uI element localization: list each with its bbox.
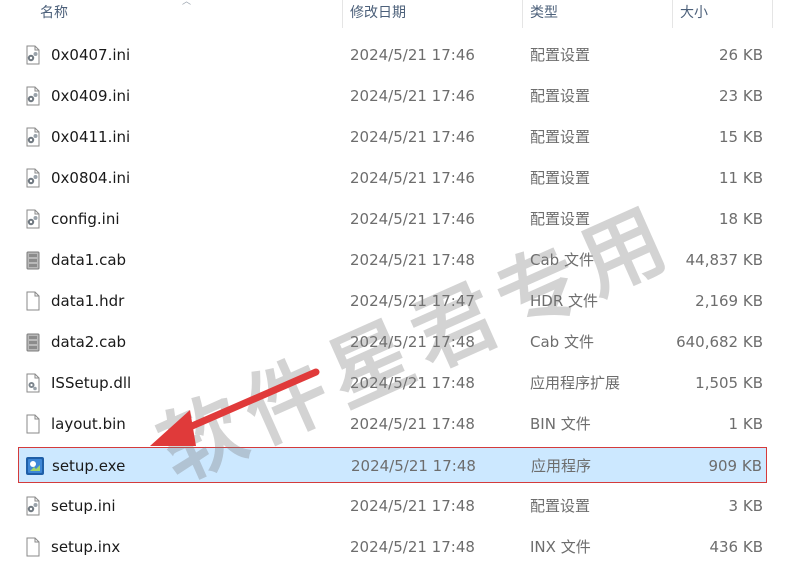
file-row[interactable]: ISSetup.dll 2024/5/21 17:48 应用程序扩展 1,505 KB [18,365,767,401]
file-size: 44,837 KB [685,251,763,269]
column-header-bar: ︿ 名称 修改日期 类型 大小 [0,0,806,28]
file-type: 配置设置 [530,497,591,515]
file-type: HDR 文件 [530,292,599,310]
file-modified-date: 2024/5/21 17:48 [350,333,475,351]
file-size: 640,682 KB [676,333,763,351]
file-row[interactable]: 0x0411.ini 2024/5/21 17:46 配置设置 15 KB [18,119,767,155]
file-row[interactable]: 0x0409.ini 2024/5/21 17:46 配置设置 23 KB [18,78,767,114]
file-modified-date: 2024/5/21 17:46 [350,169,475,187]
file-name: 0x0409.ini [51,87,131,105]
file-name: setup.inx [51,538,121,556]
file-size: 11 KB [719,169,763,187]
column-header-size[interactable]: 大小 [672,0,772,28]
file-name: config.ini [51,210,120,228]
file-type: BIN 文件 [530,415,591,433]
column-divider[interactable] [772,0,773,28]
file-row[interactable]: data2.cab 2024/5/21 17:48 Cab 文件 640,682 KB [18,324,767,360]
blank-file-icon [24,537,42,557]
column-header-modified[interactable]: 修改日期 [342,0,522,28]
file-modified-date: 2024/5/21 17:48 [351,457,476,475]
file-type: 应用程序扩展 [530,374,621,392]
settings-file-icon [24,209,42,229]
file-row[interactable]: setup.ini 2024/5/21 17:48 配置设置 3 KB [18,488,767,524]
file-size: 23 KB [719,87,763,105]
file-name: layout.bin [51,415,126,433]
cabinet-file-icon [24,250,42,270]
file-row[interactable]: 0x0407.ini 2024/5/21 17:46 配置设置 26 KB [18,37,767,73]
file-modified-date: 2024/5/21 17:48 [350,538,475,556]
file-type: 配置设置 [530,87,591,105]
blank-file-icon [24,414,42,434]
file-modified-date: 2024/5/21 17:46 [350,128,475,146]
file-size: 1,505 KB [695,374,763,392]
file-type: 配置设置 [530,46,591,64]
file-modified-date: 2024/5/21 17:48 [350,415,475,433]
file-name: data2.cab [51,333,127,351]
file-row[interactable]: data1.hdr 2024/5/21 17:47 HDR 文件 2,169 KB [18,283,767,319]
file-type: 配置设置 [530,128,591,146]
file-size: 2,169 KB [695,292,763,310]
file-name: 0x0411.ini [51,128,131,146]
file-size: 436 KB [709,538,763,556]
file-type: 配置设置 [530,210,591,228]
file-modified-date: 2024/5/21 17:46 [350,46,475,64]
file-row[interactable]: layout.bin 2024/5/21 17:48 BIN 文件 1 KB [18,406,767,442]
file-modified-date: 2024/5/21 17:48 [350,251,475,269]
settings-file-icon [24,86,42,106]
file-row[interactable]: config.ini 2024/5/21 17:46 配置设置 18 KB [18,201,767,237]
file-name: 0x0804.ini [51,169,131,187]
file-name: setup.exe [52,457,126,475]
dll-file-icon [24,373,42,393]
file-name: 0x0407.ini [51,46,131,64]
file-row-selected[interactable]: setup.exe 2024/5/21 17:48 应用程序 909 KB [18,447,767,483]
file-type: 应用程序 [531,457,592,475]
blank-file-icon [24,291,42,311]
column-header-name[interactable]: 名称 [32,0,342,28]
file-type: 配置设置 [530,169,591,187]
file-size: 1 KB [728,415,763,433]
settings-file-icon [24,127,42,147]
file-modified-date: 2024/5/21 17:48 [350,497,475,515]
file-size: 3 KB [728,497,763,515]
file-size: 26 KB [719,46,763,64]
settings-file-icon [24,168,42,188]
settings-file-icon [24,45,42,65]
settings-file-icon [24,496,42,516]
file-name: data1.cab [51,251,127,269]
file-modified-date: 2024/5/21 17:46 [350,87,475,105]
file-row[interactable]: data1.cab 2024/5/21 17:48 Cab 文件 44,837 KB [18,242,767,278]
file-type: Cab 文件 [530,251,594,269]
file-name: ISSetup.dll [51,374,132,392]
cabinet-file-icon [24,332,42,352]
file-modified-date: 2024/5/21 17:48 [350,374,475,392]
file-type: Cab 文件 [530,333,594,351]
file-row[interactable]: 0x0804.ini 2024/5/21 17:46 配置设置 11 KB [18,160,767,196]
file-modified-date: 2024/5/21 17:47 [350,292,475,310]
file-name: setup.ini [51,497,116,515]
file-size: 909 KB [708,457,762,475]
file-row[interactable]: setup.inx 2024/5/21 17:48 INX 文件 436 KB [18,529,767,565]
installer-app-icon [25,456,44,476]
file-type: INX 文件 [530,538,591,556]
file-size: 18 KB [719,210,763,228]
column-header-type[interactable]: 类型 [522,0,672,28]
file-modified-date: 2024/5/21 17:46 [350,210,475,228]
file-name: data1.hdr [51,292,125,310]
file-size: 15 KB [719,128,763,146]
